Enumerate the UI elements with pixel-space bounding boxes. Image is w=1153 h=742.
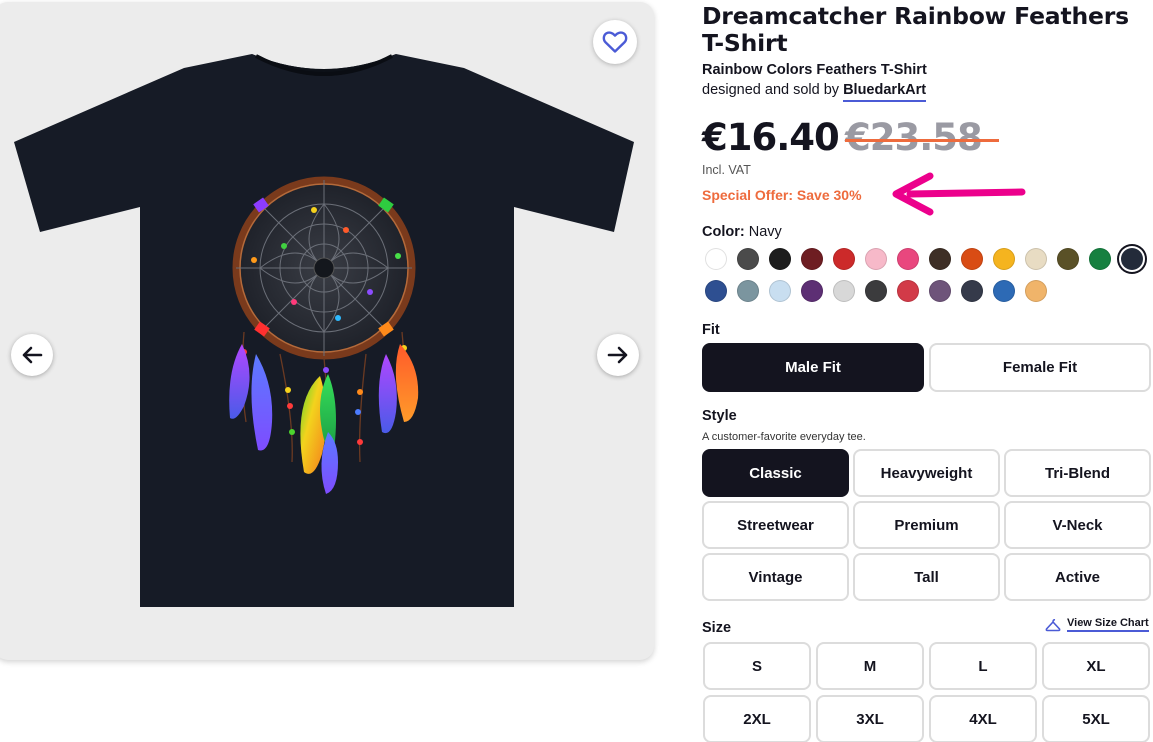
- color-swatch[interactable]: [1121, 248, 1143, 270]
- size-label: Size: [702, 620, 732, 636]
- color-swatch[interactable]: [1025, 248, 1047, 270]
- color-swatch[interactable]: [801, 248, 823, 270]
- fit-label: Fit: [702, 322, 720, 338]
- size-chart-label: View Size Chart: [1067, 617, 1149, 632]
- price-strikethrough: [845, 139, 999, 142]
- fit-option[interactable]: Male Fit: [702, 343, 924, 392]
- style-option[interactable]: Tri-Blend: [1004, 449, 1151, 497]
- favorite-button[interactable]: [593, 20, 637, 64]
- color-label: Color: Navy: [702, 224, 782, 240]
- annotation-arrow-icon: [892, 172, 1026, 216]
- hanger-icon: [1045, 618, 1061, 631]
- color-swatch[interactable]: [961, 280, 983, 302]
- original-price: €23.58: [845, 116, 983, 159]
- special-offer-text: Special Offer: Save 30%: [702, 187, 862, 203]
- vat-note: Incl. VAT: [702, 163, 751, 177]
- current-price: €16.40: [702, 116, 840, 159]
- color-swatch[interactable]: [865, 248, 887, 270]
- color-swatch[interactable]: [737, 248, 759, 270]
- size-option[interactable]: 3XL: [816, 695, 924, 742]
- color-swatch[interactable]: [929, 280, 951, 302]
- product-image: [14, 54, 634, 607]
- color-swatch[interactable]: [993, 248, 1015, 270]
- size-option[interactable]: S: [703, 642, 811, 690]
- product-title: Dreamcatcher Rainbow Feathers T-Shirt: [702, 2, 1129, 57]
- color-swatch[interactable]: [705, 280, 727, 302]
- style-option[interactable]: Vintage: [702, 553, 849, 601]
- size-chart-link[interactable]: View Size Chart: [1045, 617, 1149, 632]
- style-option[interactable]: V-Neck: [1004, 501, 1151, 549]
- fit-option[interactable]: Female Fit: [929, 343, 1151, 392]
- size-option[interactable]: 2XL: [703, 695, 811, 742]
- color-swatch[interactable]: [801, 280, 823, 302]
- next-image-button[interactable]: [597, 334, 639, 376]
- size-option[interactable]: 4XL: [929, 695, 1037, 742]
- arrow-right-icon: [607, 346, 628, 364]
- color-swatch[interactable]: [929, 248, 951, 270]
- size-option[interactable]: M: [816, 642, 924, 690]
- color-swatch[interactable]: [897, 280, 919, 302]
- style-label: Style: [702, 408, 737, 424]
- color-swatch[interactable]: [1089, 248, 1111, 270]
- designer-line: designed and sold by BluedarkArt: [702, 82, 927, 102]
- arrow-left-icon: [22, 346, 43, 364]
- style-option[interactable]: Active: [1004, 553, 1151, 601]
- style-option[interactable]: Premium: [853, 501, 1000, 549]
- designer-prefix: designed and sold by: [702, 82, 844, 98]
- product-subtitle: Rainbow Colors Feathers T-Shirt: [702, 62, 927, 78]
- color-swatch[interactable]: [961, 248, 983, 270]
- size-option[interactable]: L: [929, 642, 1037, 690]
- style-description: A customer-favorite everyday tee.: [702, 431, 866, 443]
- size-option[interactable]: XL: [1042, 642, 1150, 690]
- color-label-prefix: Color:: [702, 224, 745, 240]
- designer-link[interactable]: BluedarkArt: [843, 82, 927, 102]
- previous-image-button[interactable]: [11, 334, 53, 376]
- color-swatch[interactable]: [1057, 248, 1079, 270]
- color-swatch[interactable]: [833, 248, 855, 270]
- color-swatch[interactable]: [769, 248, 791, 270]
- style-option[interactable]: Classic: [702, 449, 849, 497]
- style-option[interactable]: Streetwear: [702, 501, 849, 549]
- color-swatch[interactable]: [769, 280, 791, 302]
- size-option[interactable]: 5XL: [1042, 695, 1150, 742]
- color-swatch[interactable]: [833, 280, 855, 302]
- style-option[interactable]: Heavyweight: [853, 449, 1000, 497]
- heart-icon: [602, 31, 628, 53]
- color-swatch[interactable]: [1025, 280, 1047, 302]
- color-swatch[interactable]: [705, 248, 727, 270]
- selected-color-name: Navy: [748, 224, 782, 240]
- color-swatch[interactable]: [993, 280, 1015, 302]
- product-image-panel: [0, 2, 654, 660]
- color-swatch[interactable]: [865, 280, 887, 302]
- color-swatch[interactable]: [897, 248, 919, 270]
- style-option[interactable]: Tall: [853, 553, 1000, 601]
- color-swatch[interactable]: [737, 280, 759, 302]
